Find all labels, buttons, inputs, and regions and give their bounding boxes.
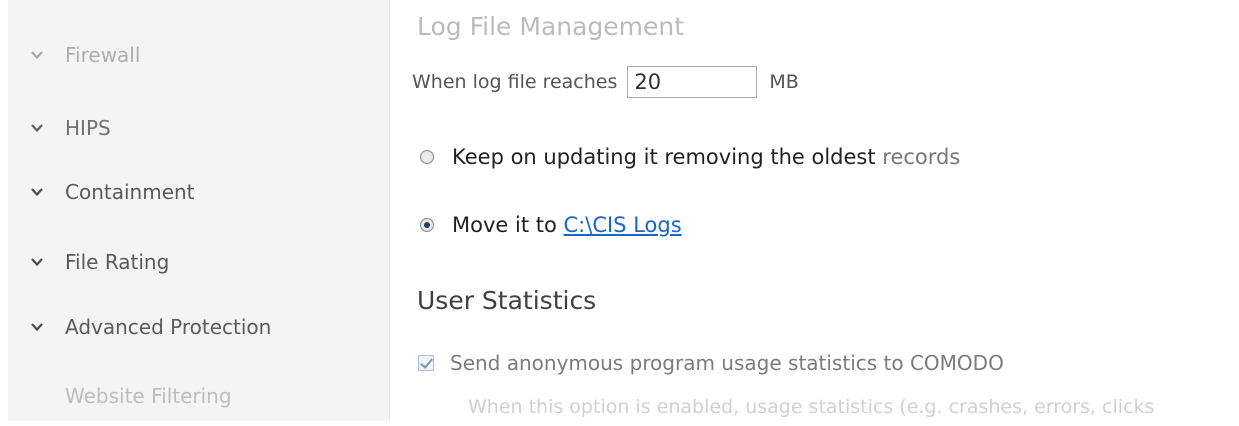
- log-path-link[interactable]: C:\CIS Logs: [564, 213, 682, 237]
- sidebar-item-website-filtering[interactable]: Website Filtering: [8, 366, 389, 426]
- sidebar-item-label: Containment: [65, 180, 195, 204]
- log-size-label: When log file reaches: [412, 71, 618, 93]
- chevron-down-icon: [31, 323, 43, 332]
- keep-updating-label-main: Keep on updating it removing the oldest: [452, 145, 876, 169]
- keep-updating-label-faded: records: [882, 145, 961, 169]
- sidebar-item-advanced-protection[interactable]: Advanced Protection: [8, 297, 389, 357]
- chevron-down-icon: [31, 124, 43, 133]
- sidebar-item-file-rating[interactable]: File Rating: [8, 232, 389, 292]
- sidebar-item-label: Advanced Protection: [65, 315, 272, 339]
- sidebar-item-containment[interactable]: Containment: [8, 162, 389, 222]
- log-size-row: When log file reaches MB: [412, 65, 799, 99]
- keep-updating-option[interactable]: Keep on updating it removing the oldest …: [420, 145, 960, 169]
- sidebar-item-label: File Rating: [65, 250, 170, 274]
- sidebar-item-label: Firewall: [65, 43, 141, 67]
- send-stats-option[interactable]: Send anonymous program usage statistics …: [418, 351, 1004, 375]
- chevron-down-icon: [31, 51, 43, 60]
- log-size-input[interactable]: [627, 66, 758, 98]
- sidebar-item-label: Website Filtering: [65, 384, 232, 408]
- user-statistics-heading: User Statistics: [417, 286, 597, 315]
- keep-updating-radio[interactable]: [420, 150, 434, 164]
- send-stats-label: Send anonymous program usage statistics …: [450, 351, 1004, 375]
- move-log-label-text: Move it to: [452, 213, 557, 237]
- sidebar-item-label: HIPS: [65, 116, 111, 140]
- move-log-label: Move it to C:\CIS Logs: [452, 213, 682, 237]
- log-file-management-heading: Log File Management: [417, 12, 685, 41]
- keep-updating-label: Keep on updating it removing the oldest …: [452, 145, 960, 169]
- move-log-option[interactable]: Move it to C:\CIS Logs: [420, 213, 682, 237]
- sidebar-item-hips[interactable]: HIPS: [8, 98, 389, 158]
- move-log-radio[interactable]: [420, 218, 434, 232]
- send-stats-checkbox[interactable]: [418, 355, 434, 371]
- settings-sidebar: Firewall HIPS Containment File Rating Ad…: [8, 0, 390, 421]
- chevron-down-icon: [31, 258, 43, 267]
- sidebar-item-firewall[interactable]: Firewall: [8, 25, 389, 85]
- chevron-down-icon: [31, 188, 43, 197]
- send-stats-description: When this option is enabled, usage stati…: [468, 396, 1155, 418]
- settings-main-panel: Log File Management When log file reache…: [390, 0, 1239, 421]
- log-size-unit: MB: [769, 71, 799, 93]
